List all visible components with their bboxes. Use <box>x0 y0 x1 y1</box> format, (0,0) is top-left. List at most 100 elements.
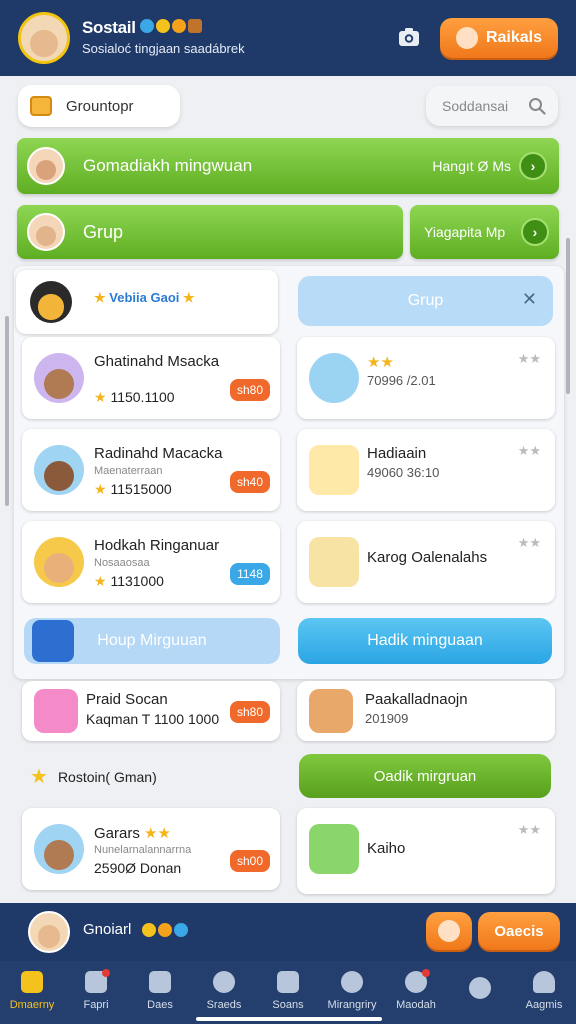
chevron-right-icon[interactable]: › <box>519 152 547 180</box>
member-sub: Nunelarnalannarrna <box>94 844 192 856</box>
chevron-right-icon[interactable]: › <box>521 218 549 246</box>
list-item[interactable]: Hadiaain 49060 36:10 ★★ <box>297 429 555 511</box>
section-green-button-label: Oadik mirgruan <box>373 767 477 785</box>
section-green-button[interactable]: Oadik mirgruan <box>299 754 551 798</box>
member-avatar <box>34 353 84 403</box>
member-avatar <box>34 824 84 874</box>
bottom-badges <box>142 923 188 937</box>
nav-item-profile[interactable]: Aagmis <box>512 961 576 1024</box>
member-action-button[interactable]: sh40 <box>230 471 270 493</box>
bar-avatar <box>27 213 65 251</box>
gear-badge-icon <box>341 971 363 993</box>
member-action-button[interactable]: 1148 <box>230 563 270 585</box>
bottom-action-label: Oaecis <box>494 922 544 940</box>
nav-item-search[interactable]: Maodah <box>384 961 448 1024</box>
clock-icon <box>213 971 235 993</box>
bag-icon <box>30 96 52 116</box>
green-bar-grup[interactable]: Grup <box>17 205 403 259</box>
chest-icon <box>188 19 202 33</box>
green-bar-right-label: Hangıt Ø Ms <box>432 158 511 174</box>
profile-header-card[interactable]: ★ Vebiia Gaoi ★ <box>16 270 278 334</box>
member-name: Garars ★★ <box>94 825 171 842</box>
profile-avatar <box>30 281 72 323</box>
green-bar-label: Yiagapita Mp <box>424 224 506 240</box>
home-indicator[interactable] <box>196 1017 382 1021</box>
section-heading-label: Rostoin( Gman) <box>57 768 157 785</box>
green-bar-label: Grup <box>83 221 124 242</box>
person-icon <box>455 27 478 49</box>
item-title: ★★ <box>367 354 394 371</box>
list-item[interactable]: Garars ★★ Nunelarnalannarrna 2590Ø Donan… <box>22 808 280 890</box>
nav-item-store[interactable]: Soans <box>256 961 320 1024</box>
nav-item-home[interactable]: Dmaerny <box>0 961 64 1024</box>
gear-icon <box>469 977 491 999</box>
member-name: Radinahd Macacka <box>94 445 223 462</box>
scrollbar-right[interactable] <box>566 238 570 394</box>
header-action-button[interactable]: Raikals <box>440 18 558 58</box>
member-name: Ghatinahd Msacka <box>94 353 220 370</box>
group-right-button[interactable]: Hadik minguaan <box>298 618 552 664</box>
coin-icon <box>172 19 186 33</box>
item-title: Kaiho <box>367 840 406 857</box>
star-icon <box>142 923 156 937</box>
group-chip[interactable]: Grountopr <box>18 85 180 127</box>
bottom-avatar[interactable] <box>28 911 70 953</box>
grup-pill-label: Grup <box>407 292 444 309</box>
notification-dot <box>102 969 110 977</box>
member-sub: Nosaaosaa <box>94 557 150 569</box>
group-left-button-label: Houp Mirguuan <box>97 632 207 649</box>
treasure-icon <box>309 445 359 495</box>
star-icon: ★ <box>30 766 48 788</box>
list-item[interactable]: Karog Oalenalahs ★★ <box>297 521 555 603</box>
list-item[interactable]: Hodkah Ringanuar Nosaaosaa ★ 1131000 114… <box>22 521 280 603</box>
bottom-action-button[interactable]: Oaecis <box>478 912 560 950</box>
user-avatar[interactable] <box>18 12 70 64</box>
badge-icon <box>174 923 188 937</box>
share-button[interactable] <box>426 912 472 950</box>
list-item[interactable]: Kaiho ★★ <box>297 808 555 894</box>
item-title: Paakalladnaojn <box>365 691 468 708</box>
badge-icon <box>140 19 154 33</box>
notification-dot <box>422 969 430 977</box>
item-sub: 70996 /2.01 <box>367 373 436 388</box>
camera-icon <box>399 28 419 46</box>
green-bar-mingwuan[interactable]: Gomadiakh mingwuan Hangıt Ø Ms › <box>17 138 559 194</box>
list-item[interactable]: Praid Socan Kaqman T 1100 1000 sh80 <box>22 681 280 741</box>
coin-icon <box>158 923 172 937</box>
green-bar-mp[interactable]: Yiagapita Mp › <box>410 205 559 259</box>
nav-item-settings[interactable] <box>448 961 512 1024</box>
member-action-button[interactable]: sh00 <box>230 850 270 872</box>
star-icon: ★★ <box>517 535 541 550</box>
star-icon: ★★ <box>517 443 541 458</box>
bottom-nav: Dmaerny Fapri Daes Sraeds Soans Mirangri… <box>0 961 576 1024</box>
item-title: Hadiaain <box>367 445 427 462</box>
star-icon <box>156 19 170 33</box>
camera-button[interactable] <box>394 22 424 52</box>
nav-item-groups[interactable]: Daes <box>128 961 192 1024</box>
member-sub: Maenaterraan <box>94 465 163 477</box>
item-score: Kaqman T 1100 1000 <box>86 711 220 727</box>
member-action-button[interactable]: sh80 <box>230 379 270 401</box>
search-input[interactable]: Soddansai <box>426 86 558 126</box>
member-name: Hodkah Ringanuar <box>94 537 220 554</box>
item-sub: 201909 <box>365 711 409 726</box>
list-item[interactable]: Paakalladnaojn 201909 <box>297 681 555 741</box>
person-icon <box>438 920 460 942</box>
grup-pill[interactable]: Grup ✕ <box>298 276 553 326</box>
scrollbar-left[interactable] <box>5 316 9 506</box>
nav-item-events[interactable]: Mirangriry <box>320 961 384 1024</box>
nav-item-time[interactable]: Sraeds <box>192 961 256 1024</box>
search-placeholder: Soddansai <box>442 98 509 114</box>
app-subtitle: Sosialoć tingjaan saadábrek <box>82 41 245 56</box>
store-icon <box>277 971 299 993</box>
creature-icon <box>309 537 359 587</box>
calendar-icon <box>309 824 359 874</box>
nav-item-inbox[interactable]: Fapri <box>64 961 128 1024</box>
item-action-button[interactable]: sh80 <box>230 701 270 723</box>
list-item[interactable]: Ghatinahd Msacka ★ 1150.1100 sh80 <box>22 337 280 419</box>
list-item[interactable]: ★★ 70996 /2.01 ★★ <box>297 337 555 419</box>
group-left-button[interactable]: Houp Mirguuan <box>24 618 280 664</box>
app-title: Sostail <box>82 18 136 37</box>
list-item[interactable]: Radinahd Macacka Maenaterraan ★ 11515000… <box>22 429 280 511</box>
close-icon[interactable]: ✕ <box>522 289 537 310</box>
